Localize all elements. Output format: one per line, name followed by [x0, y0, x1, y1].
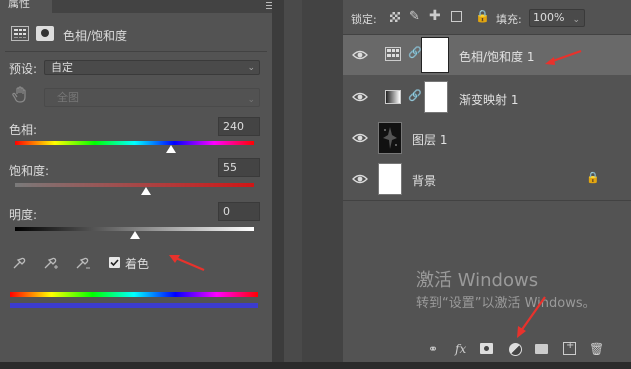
layer-row[interactable]: 图层 1: [343, 118, 631, 158]
saturation-input[interactable]: 55: [218, 158, 260, 177]
checkmark-icon: [110, 259, 119, 267]
lightness-label: 明度:: [9, 208, 38, 222]
targeted-adjustment-hand-icon[interactable]: [12, 86, 28, 104]
preset-label: 预设:: [9, 62, 38, 76]
saturation-slider-track[interactable]: [15, 183, 254, 187]
lock-icon: 🔒: [586, 171, 600, 184]
preset-select[interactable]: 自定 ⌄: [44, 60, 260, 75]
chevron-down-icon: ⌄: [247, 95, 255, 105]
chevron-down-icon: ⌄: [247, 63, 255, 73]
activation-watermark-title: 激活 Windows: [416, 270, 539, 291]
saturation-label: 饱和度:: [9, 164, 50, 178]
divider: [5, 51, 267, 52]
eyedropper-add-icon[interactable]: [43, 256, 58, 270]
layers-panel: 锁定: ✎ ✚ 🔒 填充: 100% ⌄ 🔗 色相/饱和度 1 🔗 渐变映射 1…: [343, 0, 631, 362]
properties-title: 色相/饱和度: [63, 29, 128, 43]
annotation-arrow-icon: [517, 296, 546, 338]
layer-name: 图层 1: [412, 133, 448, 147]
new-layer-icon[interactable]: +: [563, 340, 576, 355]
eye-icon[interactable]: [352, 131, 368, 145]
panel-scrollbar[interactable]: [284, 0, 302, 362]
tab-properties[interactable]: 属性: [0, 0, 52, 13]
colorize-label: 着色: [125, 257, 150, 271]
fill-select[interactable]: 100% ⌄: [529, 9, 585, 27]
hue-slider-track[interactable]: [15, 141, 254, 145]
eyedropper-icon[interactable]: [12, 256, 26, 270]
lock-transparent-pixels-icon[interactable]: [390, 12, 400, 22]
hue-slider-thumb[interactable]: [166, 145, 177, 153]
image-thumbnail[interactable]: [378, 122, 402, 154]
channel-value: 全图: [57, 91, 79, 104]
lock-image-pixels-icon[interactable]: ✎: [409, 9, 420, 24]
layer-row[interactable]: 🔗 渐变映射 1: [343, 77, 631, 117]
eye-icon[interactable]: [352, 172, 368, 186]
eye-icon[interactable]: [352, 48, 368, 62]
adjustment-grid-icon: [11, 26, 29, 41]
folder-icon[interactable]: [535, 344, 548, 354]
layer-row[interactable]: 背景 🔒: [343, 159, 631, 199]
gradient-map-adjustment-icon: [385, 90, 401, 104]
hue-input[interactable]: 240: [218, 117, 260, 136]
annotation-arrow-icon: [545, 49, 582, 65]
mask-icon[interactable]: [36, 26, 54, 41]
output-color-bar: [10, 303, 258, 308]
panel-gap: [272, 0, 284, 362]
layer-name: 渐变映射 1: [459, 93, 519, 107]
lock-label: 锁定:: [351, 13, 377, 26]
lock-artboard-icon[interactable]: [451, 11, 462, 22]
annotation-arrow-icon: [169, 254, 205, 272]
fill-value: 100%: [533, 11, 565, 24]
saturation-slider-thumb[interactable]: [141, 187, 152, 195]
adjustment-layer-icon[interactable]: [509, 343, 522, 356]
layer-name: 背景: [412, 174, 437, 188]
link-layers-icon[interactable]: ⚭: [428, 342, 438, 356]
white-thumbnail[interactable]: [378, 163, 402, 195]
layer-name: 色相/饱和度 1: [459, 50, 535, 64]
hue-saturation-adjustment-icon: [385, 47, 401, 61]
layer-mask-thumbnail[interactable]: [421, 37, 449, 73]
lock-position-icon[interactable]: ✚: [429, 8, 441, 24]
lightness-slider-thumb[interactable]: [129, 231, 140, 239]
link-icon[interactable]: 🔗: [408, 46, 422, 59]
divider: [343, 200, 631, 201]
properties-panel: 属性 色相/饱和度 预设: 自定 ⌄ 全图 ⌄ 色相: 240 饱和度: 55 …: [0, 0, 276, 362]
colorize-checkbox[interactable]: [109, 257, 120, 268]
eyedropper-subtract-icon[interactable]: [75, 256, 90, 270]
input-color-bar: [10, 292, 258, 297]
layer-mask-thumbnail[interactable]: [424, 81, 448, 113]
add-mask-icon[interactable]: [480, 343, 493, 354]
link-icon[interactable]: 🔗: [408, 89, 422, 102]
preset-value: 自定: [51, 61, 73, 74]
fill-label: 填充:: [496, 13, 522, 26]
chevron-down-icon: ⌄: [572, 15, 580, 25]
trash-icon[interactable]: 🗑: [589, 342, 604, 356]
eye-icon[interactable]: [352, 90, 368, 104]
lightness-input[interactable]: 0: [218, 202, 260, 221]
hue-label: 色相:: [9, 123, 38, 137]
channel-select[interactable]: 全图 ⌄: [44, 88, 260, 107]
fx-icon[interactable]: fx: [455, 342, 466, 356]
layer-row[interactable]: 🔗 色相/饱和度 1: [343, 35, 631, 75]
status-bar: [0, 362, 631, 369]
lock-all-icon[interactable]: 🔒: [475, 9, 490, 23]
